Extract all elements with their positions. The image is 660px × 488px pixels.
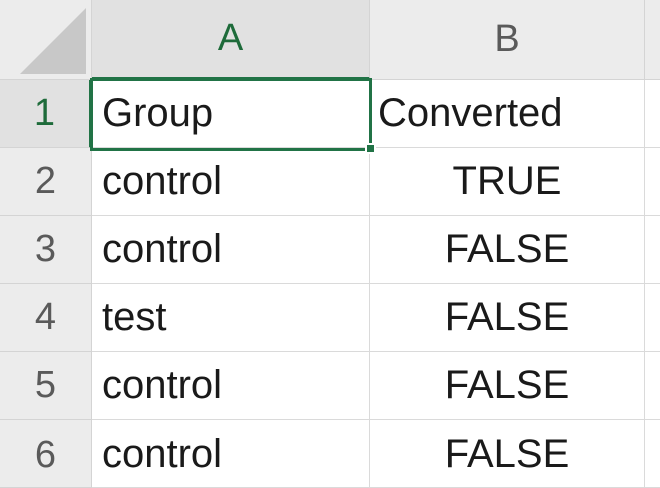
- cell-b6[interactable]: FALSE: [370, 420, 645, 488]
- cell-a2[interactable]: control: [92, 148, 370, 216]
- row-header-4[interactable]: 4: [0, 284, 92, 352]
- column-header-c[interactable]: [645, 0, 660, 80]
- cell-b1[interactable]: Converted: [370, 80, 645, 148]
- cell-a6[interactable]: control: [92, 420, 370, 488]
- cell-a3[interactable]: control: [92, 216, 370, 284]
- spreadsheet-grid[interactable]: A B 1 Group Converted 2 control TRUE 3 c…: [0, 0, 660, 488]
- row-header-1[interactable]: 1: [0, 80, 92, 148]
- cell-b3[interactable]: FALSE: [370, 216, 645, 284]
- cell-a4[interactable]: test: [92, 284, 370, 352]
- cell-b5[interactable]: FALSE: [370, 352, 645, 420]
- cell-b2[interactable]: TRUE: [370, 148, 645, 216]
- cell-b4[interactable]: FALSE: [370, 284, 645, 352]
- cell-c2[interactable]: [645, 148, 660, 216]
- cell-c6[interactable]: [645, 420, 660, 488]
- fill-handle[interactable]: [365, 143, 376, 154]
- row-header-3[interactable]: 3: [0, 216, 92, 284]
- column-header-b[interactable]: B: [370, 0, 645, 80]
- row-header-2[interactable]: 2: [0, 148, 92, 216]
- row-header-5[interactable]: 5: [0, 352, 92, 420]
- column-header-a[interactable]: A: [92, 0, 370, 80]
- cell-a5[interactable]: control: [92, 352, 370, 420]
- cell-c3[interactable]: [645, 216, 660, 284]
- cell-c1[interactable]: [645, 80, 660, 148]
- cell-a1[interactable]: Group: [92, 80, 370, 148]
- select-all-triangle-icon: [20, 8, 86, 74]
- cell-c4[interactable]: [645, 284, 660, 352]
- select-all-corner[interactable]: [0, 0, 92, 80]
- cell-c5[interactable]: [645, 352, 660, 420]
- row-header-6[interactable]: 6: [0, 420, 92, 488]
